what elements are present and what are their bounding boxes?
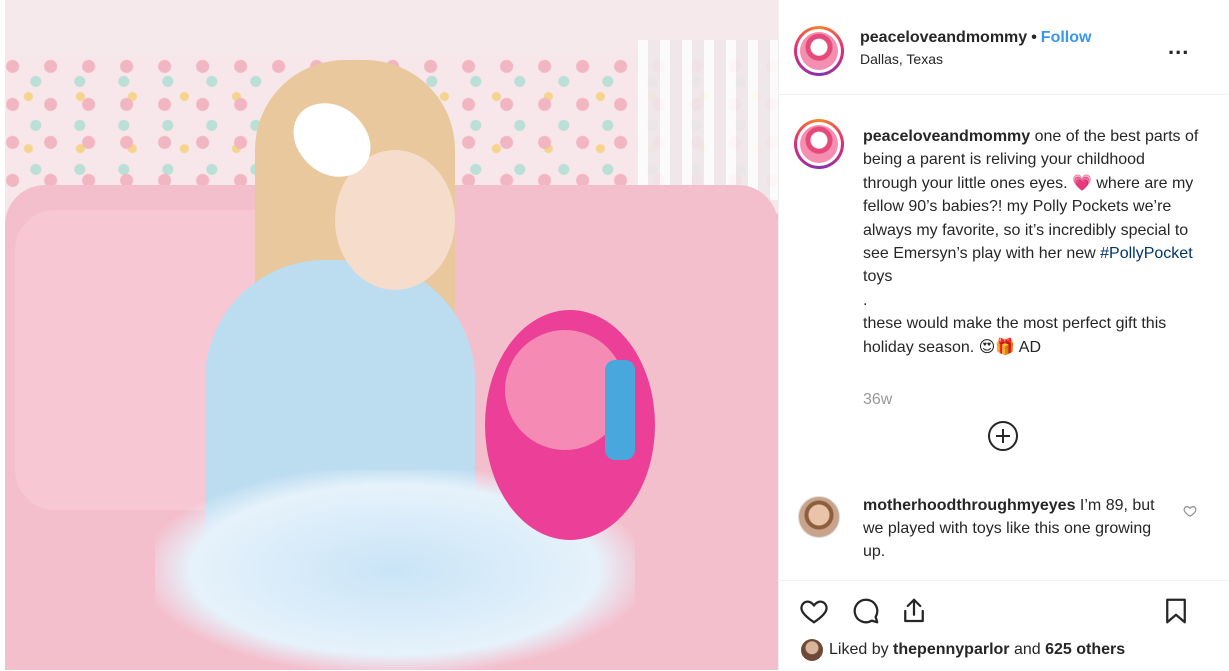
caption-body-1: one of the best parts of being a parent … <box>863 128 1199 263</box>
photo-toy-water <box>605 360 635 460</box>
comment-item: motherhoodthroughmyeyes I’m 89, but we p… <box>779 480 1229 580</box>
caption-section: peaceloveandmommy one of the best parts … <box>779 95 1229 480</box>
caption-body-2: toys . these would make the most perfect… <box>863 268 1167 356</box>
caption-text: peaceloveandmommy one of the best parts … <box>863 125 1203 359</box>
heart-icon[interactable] <box>799 596 829 626</box>
more-options-button[interactable]: ... <box>1168 34 1189 60</box>
post-photo[interactable] <box>5 0 778 670</box>
post-panel: peaceloveandmommy • Follow Dallas, Texas .… <box>778 0 1229 670</box>
post-timestamp[interactable]: 36w <box>863 391 892 409</box>
post-header: peaceloveandmommy • Follow Dallas, Texas .… <box>779 0 1229 95</box>
follow-button[interactable]: Follow <box>1041 29 1092 46</box>
photo-crib <box>638 40 778 200</box>
author-username[interactable]: peaceloveandmommy <box>860 29 1027 46</box>
commenter-avatar[interactable] <box>798 496 840 538</box>
separator-dot: • <box>1031 29 1037 46</box>
likes-prefix: Liked by <box>829 641 894 659</box>
comment-icon[interactable] <box>851 596 881 626</box>
action-bar: Liked by thepennyparlor and 625 others <box>779 580 1229 671</box>
hashtag-link[interactable]: #PollyPocket <box>1100 245 1193 262</box>
comment-like-heart-icon[interactable] <box>1183 504 1197 518</box>
likes-mid: and <box>1009 641 1046 659</box>
liker-avatar[interactable] <box>801 639 823 661</box>
header-user-line: peaceloveandmommy • Follow <box>860 29 1091 47</box>
commenter-username[interactable]: motherhoodthroughmyeyes <box>863 497 1075 514</box>
avatar-image <box>800 32 838 70</box>
comment-text: motherhoodthroughmyeyes I’m 89, but we p… <box>863 494 1163 563</box>
liker-username[interactable]: thepennyparlor <box>893 641 1009 658</box>
likes-count[interactable]: 625 others <box>1045 641 1125 658</box>
bookmark-icon[interactable] <box>1161 596 1191 626</box>
location-link[interactable]: Dallas, Texas <box>860 51 943 67</box>
caption-username[interactable]: peaceloveandmommy <box>863 128 1030 145</box>
author-avatar[interactable] <box>794 26 844 76</box>
avatar-image <box>800 125 838 163</box>
likes-summary: Liked by thepennyparlor and 625 others <box>801 639 1125 661</box>
plus-circle-icon[interactable] <box>988 421 1018 451</box>
share-icon[interactable] <box>899 596 929 626</box>
caption-avatar[interactable] <box>794 119 844 169</box>
